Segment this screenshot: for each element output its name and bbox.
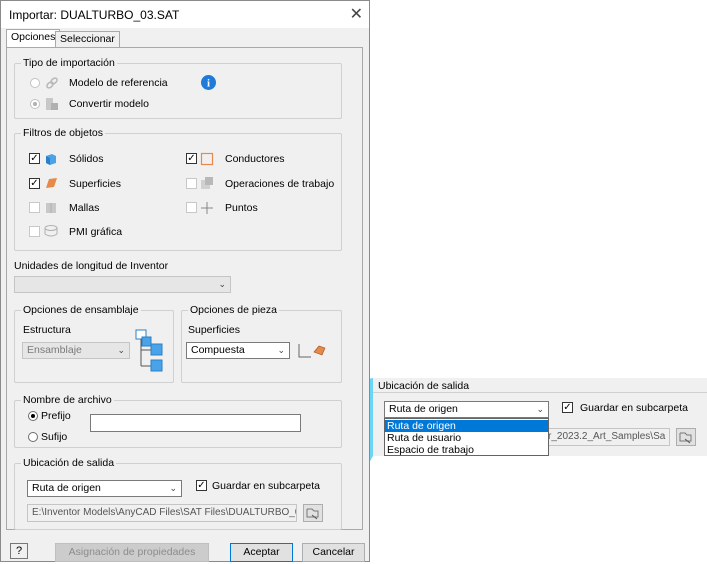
zoom-browse-folder-button[interactable] [676,428,696,446]
pmi-label: PMI gráfica [69,226,123,238]
output-location-dropdown[interactable]: Ruta de origen ⌄ [27,480,182,497]
import-dialog: Importar: DUALTURBO_03.SAT ✕ Opciones Se… [0,0,370,562]
prefix-label: Prefijo [41,410,71,422]
wires-checkbox[interactable]: ✓ [186,153,197,164]
zoom-path-field[interactable]: r_2023.2_Art_Samples\Sa [543,428,670,446]
assembly-tree-icon [135,329,163,372]
meshes-checkbox[interactable] [29,202,40,213]
part-options-legend: Opciones de pieza [188,304,279,316]
surfaces-label: Superficies [69,178,121,190]
output-location-dropdown-list: Ruta de origen Ruta de usuario Espacio d… [384,418,549,456]
help-button[interactable]: ? [10,543,28,559]
save-subfolder-checkbox[interactable]: ✓ [196,480,207,491]
pmi-checkbox[interactable] [29,226,40,237]
output-location-value: Ruta de origen [32,482,101,494]
part-surfaces-value: Compuesta [191,344,245,356]
dropdown-option-ruta-de-usuario[interactable]: Ruta de usuario [385,432,548,444]
units-dropdown[interactable]: ⌄ [14,276,231,293]
wires-label: Conductores [225,153,285,165]
meshes-label: Mallas [69,202,100,214]
structure-dropdown[interactable]: Ensamblaje ⌄ [22,342,130,359]
structure-label: Estructura [23,324,71,336]
reference-model-label: Modelo de referencia [69,77,168,89]
object-filters-legend: Filtros de objetos [21,127,105,139]
output-path-field[interactable]: E:\Inventor Models\AnyCAD Files\SAT File… [27,504,297,522]
title-bar: Importar: DUALTURBO_03.SAT ✕ [1,1,369,28]
browse-folder-icon [679,432,692,444]
structure-value: Ensamblaje [27,344,82,356]
tab-seleccionar[interactable]: Seleccionar [55,31,120,47]
accept-button[interactable]: Aceptar [230,543,293,562]
chevron-down-icon: ⌄ [169,483,177,493]
zoom-save-subfolder-checkbox[interactable]: ✓ [562,402,573,413]
import-type-group: Tipo de importación [14,57,342,119]
solids-label: Sólidos [69,153,104,165]
surfaces-checkbox[interactable]: ✓ [29,178,40,189]
save-subfolder-label: Guardar en subcarpeta [212,480,320,492]
close-icon[interactable]: ✕ [350,4,363,24]
dropdown-option-espacio-de-trabajo[interactable]: Espacio de trabajo [385,444,548,456]
chevron-down-icon: ⌄ [277,345,285,355]
convert-model-radio[interactable] [30,99,40,109]
units-label: Unidades de longitud de Inventor [14,260,169,272]
work-features-label: Operaciones de trabajo [225,178,335,190]
zoom-callout: Ubicación de salida Ruta de origen ⌄ ✓ G… [373,378,707,456]
output-location-legend: Ubicación de salida [21,457,117,469]
chevron-down-icon: ⌄ [117,345,125,355]
pmi-icon [44,225,58,237]
help-icon: ? [16,545,23,557]
cancel-button[interactable]: Cancelar [302,543,365,562]
composite-surface-icon [298,344,326,358]
work-features-checkbox[interactable] [186,178,197,189]
prefix-radio[interactable] [28,411,38,421]
browse-folder-button[interactable] [303,504,323,522]
file-name-input[interactable] [90,414,301,432]
part-surfaces-label: Superficies [188,324,240,336]
reference-model-radio[interactable] [30,78,40,88]
convert-model-label: Convertir modelo [69,98,149,110]
wire-icon [200,152,214,166]
mesh-icon [46,203,56,213]
convert-model-icon [46,98,58,110]
browse-folder-icon [306,508,319,520]
surface-icon [46,178,57,188]
chevron-down-icon: ⌄ [536,404,544,414]
object-filters-group: Filtros de objetos [14,127,342,251]
work-features-icon [201,177,213,189]
dialog-title: Importar: DUALTURBO_03.SAT [9,8,180,22]
zoom-divider [373,392,707,393]
suffix-radio[interactable] [28,432,38,442]
info-icon[interactable]: i [201,75,216,90]
points-checkbox[interactable] [186,202,197,213]
file-name-legend: Nombre de archivo [21,394,114,406]
svg-text:i: i [207,78,210,90]
points-label: Puntos [225,202,258,214]
points-icon [201,202,213,214]
zoom-output-location-legend: Ubicación de salida [378,380,470,392]
zoom-output-location-value: Ruta de origen [389,403,458,415]
link-icon [46,77,58,89]
dropdown-option-ruta-de-origen[interactable]: Ruta de origen [385,420,548,432]
solids-checkbox[interactable]: ✓ [29,153,40,164]
suffix-label: Sufijo [41,431,68,443]
part-surfaces-dropdown[interactable]: Compuesta ⌄ [186,342,290,359]
assembly-options-legend: Opciones de ensamblaje [21,304,141,316]
zoom-output-location-dropdown[interactable]: Ruta de origen ⌄ [384,401,549,418]
chevron-down-icon: ⌄ [218,279,226,289]
zoom-save-subfolder-label: Guardar en subcarpeta [580,402,688,414]
import-type-legend: Tipo de importación [21,57,117,69]
assign-properties-button[interactable]: Asignación de propiedades [55,543,209,562]
solid-icon [46,154,56,165]
tab-opciones[interactable]: Opciones [6,29,61,47]
